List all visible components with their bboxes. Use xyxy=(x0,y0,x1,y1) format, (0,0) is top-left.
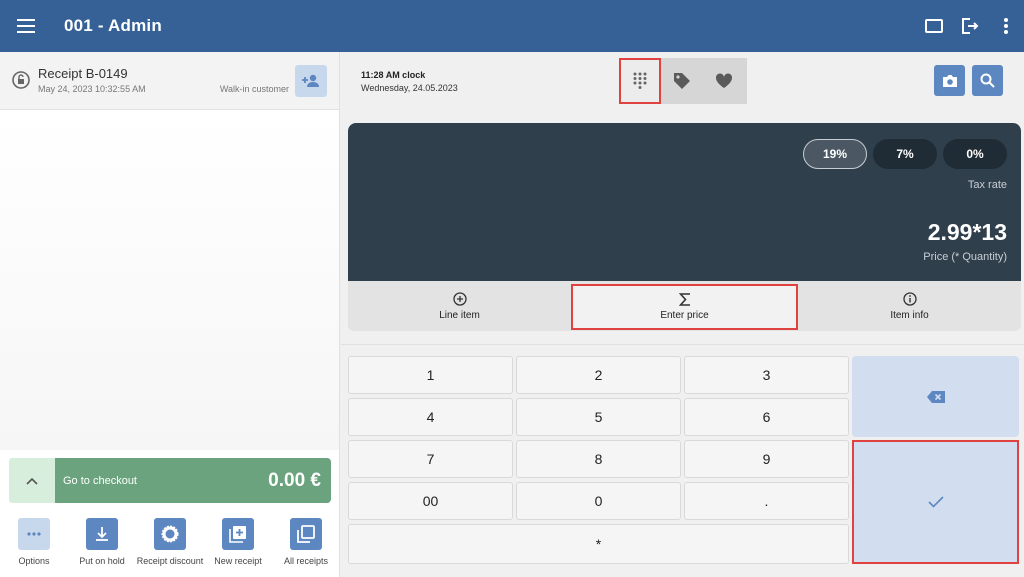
top-bar: 001 - Admin xyxy=(0,0,1024,52)
info-icon xyxy=(902,291,917,306)
clock-time: 11:28 AM clock xyxy=(361,70,426,80)
tax-rate-7-button[interactable]: 7% xyxy=(873,139,937,169)
confirm-button[interactable] xyxy=(852,440,1019,564)
tag-mode-button[interactable] xyxy=(661,58,703,104)
tab-line-item[interactable]: Line item xyxy=(348,281,571,331)
tax-rate-selector: 19% 7% 0% xyxy=(803,139,1007,169)
receipt-header: Receipt B-0149 May 24, 2023 10:32:55 AM … xyxy=(0,52,339,110)
key-0[interactable]: 0 xyxy=(516,482,681,520)
all-receipts-button[interactable]: All receipts xyxy=(272,518,340,574)
add-document-icon xyxy=(222,518,254,550)
key-multiply[interactable]: * xyxy=(348,524,849,564)
price-value: 2.99*13 xyxy=(927,219,1007,245)
divider xyxy=(341,344,1024,345)
entry-mode-tabs: Line item Enter price Item info xyxy=(348,281,1021,331)
tab-enter-price-label: Enter price xyxy=(660,310,709,321)
receipt-discount-label: Receipt discount xyxy=(136,556,204,566)
receipt-discount-button[interactable]: Receipt discount xyxy=(136,518,204,574)
new-receipt-label: New receipt xyxy=(214,556,262,566)
clock-date: Wednesday, 24.05.2023 xyxy=(361,83,458,93)
logout-icon[interactable] xyxy=(952,0,988,52)
tablet-icon[interactable] xyxy=(916,0,952,52)
favorites-mode-button[interactable] xyxy=(703,58,745,104)
more-vertical-icon[interactable] xyxy=(988,0,1024,52)
entry-panel: 11:28 AM clock Wednesday, 24.05.2023 19%… xyxy=(341,52,1024,577)
camera-icon xyxy=(942,74,957,87)
dialpad-icon xyxy=(633,72,647,89)
options-label: Options xyxy=(18,556,50,566)
key-9[interactable]: 9 xyxy=(684,440,849,478)
receipt-title: Receipt B-0149 xyxy=(38,66,128,81)
search-icon xyxy=(980,73,995,88)
tax-rate-19-button[interactable]: 19% xyxy=(803,139,867,169)
price-label: Price (* Quantity) xyxy=(923,251,1007,263)
add-circle-icon xyxy=(452,291,467,306)
clock: 11:28 AM clock Wednesday, 24.05.2023 xyxy=(361,70,458,93)
discount-badge-icon xyxy=(154,518,186,550)
receipt-items-list xyxy=(0,110,339,450)
backspace-button[interactable] xyxy=(852,356,1019,437)
tab-line-item-label: Line item xyxy=(439,309,480,321)
lock-open-icon xyxy=(12,71,30,94)
key-3[interactable]: 3 xyxy=(684,356,849,394)
receipt-panel: Receipt B-0149 May 24, 2023 10:32:55 AM … xyxy=(0,52,340,577)
sigma-icon xyxy=(678,293,690,306)
checkout-row: Go to checkout 0.00 € xyxy=(9,458,331,503)
key-4[interactable]: 4 xyxy=(348,398,513,436)
key-00[interactable]: 00 xyxy=(348,482,513,520)
tag-icon xyxy=(674,73,690,89)
key-7[interactable]: 7 xyxy=(348,440,513,478)
camera-button[interactable] xyxy=(934,65,965,96)
heart-icon xyxy=(715,73,733,88)
customer-name: Walk-in customer xyxy=(219,84,289,94)
receipt-date: May 24, 2023 10:32:55 AM xyxy=(38,84,146,94)
options-button[interactable]: Options xyxy=(0,518,68,574)
all-receipts-label: All receipts xyxy=(283,556,328,566)
hamburger-menu-icon[interactable] xyxy=(0,0,52,52)
checkout-button[interactable]: Go to checkout 0.00 € xyxy=(55,458,331,503)
new-receipt-button[interactable]: New receipt xyxy=(204,518,272,574)
key-8[interactable]: 8 xyxy=(516,440,681,478)
key-5[interactable]: 5 xyxy=(516,398,681,436)
search-button[interactable] xyxy=(972,65,1003,96)
put-on-hold-label: Put on hold xyxy=(79,556,125,566)
more-horizontal-icon xyxy=(18,518,50,550)
check-icon xyxy=(927,496,944,508)
key-2[interactable]: 2 xyxy=(516,356,681,394)
key-decimal[interactable]: . xyxy=(684,482,849,520)
backspace-icon xyxy=(926,390,945,403)
expand-receipt-button[interactable] xyxy=(9,458,55,503)
tab-item-info[interactable]: Item info xyxy=(798,281,1021,331)
keypad-mode-button[interactable] xyxy=(619,58,661,104)
receipts-stack-icon xyxy=(290,518,322,550)
tab-item-info-label: Item info xyxy=(890,309,929,321)
app-title: 001 - Admin xyxy=(64,16,162,35)
tax-rate-label: Tax rate xyxy=(967,179,1007,191)
put-on-hold-button[interactable]: Put on hold xyxy=(68,518,136,574)
input-mode-switcher xyxy=(619,58,747,104)
price-display: 19% 7% 0% Tax rate 2.99*13 Price (* Quan… xyxy=(348,123,1021,281)
checkout-label: Go to checkout xyxy=(63,474,137,487)
key-1[interactable]: 1 xyxy=(348,356,513,394)
tax-rate-0-button[interactable]: 0% xyxy=(943,139,1007,169)
download-icon xyxy=(86,518,118,550)
tab-enter-price[interactable]: Enter price xyxy=(571,284,798,330)
checkout-total: 0.00 € xyxy=(268,469,321,491)
receipt-actions: Options Put on hold Receipt discount New… xyxy=(0,518,340,574)
key-6[interactable]: 6 xyxy=(684,398,849,436)
add-customer-button[interactable] xyxy=(295,65,327,97)
